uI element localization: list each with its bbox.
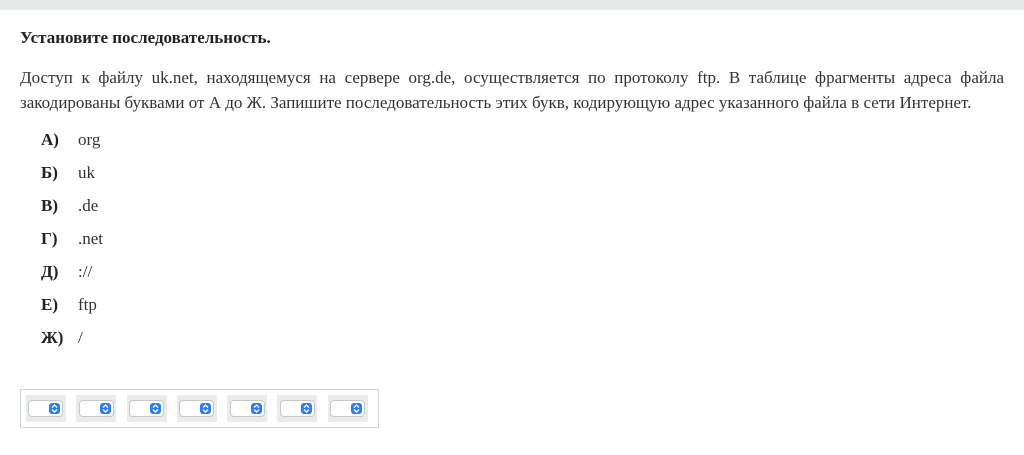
question-content: Установите последовательность. Доступ к …: [20, 26, 1004, 354]
option-item-e: Е) ftp: [41, 288, 1004, 321]
answer-select-1[interactable]: [28, 400, 64, 417]
option-item-d: Д) ://: [41, 255, 1004, 288]
option-letter: Д): [41, 261, 59, 281]
options-list: А) org Б) uk В) .de Г) .net Д) :// Е) ft…: [41, 123, 1004, 354]
option-value: ://: [78, 261, 93, 281]
answer-select-cell-2: [76, 395, 117, 422]
option-value: org: [78, 129, 101, 149]
question-title: Установите последовательность.: [20, 28, 271, 47]
option-value: .de: [78, 195, 99, 215]
up-down-chevron-icon: [99, 403, 111, 414]
option-letter: Г): [41, 228, 58, 248]
up-down-chevron-icon: [250, 403, 262, 414]
up-down-chevron-icon: [300, 403, 312, 414]
answer-sequence-box: [20, 389, 379, 428]
answer-select-cell-4: [176, 395, 217, 422]
up-down-chevron-icon: [150, 403, 162, 414]
up-down-chevron-icon: [49, 403, 61, 414]
answer-select-cell-6: [277, 395, 318, 422]
up-down-chevron-icon: [200, 403, 212, 414]
option-letter: Ж): [41, 327, 64, 347]
option-letter: А): [41, 129, 59, 149]
question-text: Доступ к файлу uk.net, находящемуся на с…: [20, 68, 1004, 112]
answer-select-7[interactable]: [330, 400, 366, 417]
answer-select-cell-5: [227, 395, 268, 422]
option-letter: В): [41, 195, 58, 215]
answer-select-5[interactable]: [229, 400, 265, 417]
option-item-g: Г) .net: [41, 222, 1004, 255]
top-bar: [0, 0, 1024, 10]
option-value: /: [78, 327, 83, 347]
option-item-zh: Ж) /: [41, 321, 1004, 354]
option-value: ftp: [78, 294, 97, 314]
option-letter: Е): [41, 294, 58, 314]
option-item-b: Б) uk: [41, 156, 1004, 189]
answer-select-cell-7: [327, 395, 368, 422]
answer-select-6[interactable]: [279, 400, 315, 417]
option-value: uk: [78, 162, 95, 182]
up-down-chevron-icon: [351, 403, 363, 414]
answer-select-3[interactable]: [129, 400, 165, 417]
option-value: .net: [78, 228, 104, 248]
option-letter: Б): [41, 162, 58, 182]
answer-select-cell-1: [26, 395, 66, 422]
option-item-a: А) org: [41, 123, 1004, 156]
answer-select-cell-3: [126, 395, 167, 422]
answer-select-4[interactable]: [179, 400, 215, 417]
option-item-v: В) .de: [41, 189, 1004, 222]
answer-select-2[interactable]: [78, 400, 114, 417]
